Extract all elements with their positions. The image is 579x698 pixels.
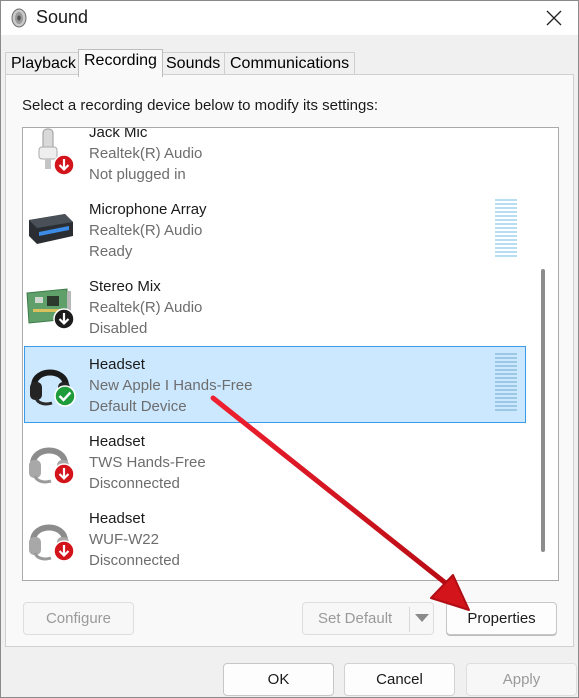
set-default-label: Set Default <box>318 610 393 627</box>
device-driver: Realtek(R) Audio <box>89 222 203 239</box>
device-name: Jack Mic <box>89 127 148 141</box>
window-title: Sound <box>36 7 89 27</box>
recording-device-list[interactable]: Jack Mic Realtek(R) Audio Not plugged in… <box>22 127 559 581</box>
device-driver: WUF-W22 <box>89 531 159 548</box>
microphone-array-icon <box>29 214 73 244</box>
device-status: Disabled <box>89 320 148 337</box>
device-status: Disconnected <box>89 475 180 492</box>
configure-button[interactable]: Configure <box>23 602 134 635</box>
instruction-text: Select a recording device below to modif… <box>22 97 379 114</box>
device-item-headset-apple[interactable]: Headset New Apple I Hands-Free Default D… <box>24 346 526 423</box>
level-meter <box>495 353 517 411</box>
device-driver: Realtek(R) Audio <box>89 145 203 162</box>
device-status: Not plugged in <box>89 166 186 183</box>
device-name: Headset <box>89 433 145 450</box>
device-name: Stereo Mix <box>89 278 161 295</box>
tab-playback[interactable]: Playback <box>5 52 82 76</box>
set-default-dropdown[interactable] <box>410 602 434 635</box>
unplugged-badge-icon <box>53 154 75 176</box>
device-status: Disconnected <box>89 552 180 569</box>
device-status: Default Device <box>89 398 187 415</box>
list-scrollbar[interactable] <box>541 269 545 552</box>
device-item-microphone-array[interactable]: Microphone Array Realtek(R) Audio Ready <box>23 192 558 269</box>
disconnected-badge-icon <box>53 540 75 562</box>
disabled-badge-icon <box>53 308 75 330</box>
speaker-icon <box>11 8 27 28</box>
disconnected-badge-icon <box>53 463 75 485</box>
ok-button[interactable]: OK <box>223 663 334 696</box>
device-item-stereo-mix[interactable]: Stereo Mix Realtek(R) Audio Disabled <box>23 269 558 346</box>
default-device-check-icon <box>54 385 76 407</box>
device-driver: New Apple I Hands-Free <box>89 377 253 394</box>
properties-button[interactable]: Properties <box>446 602 557 635</box>
device-item-headset-tws[interactable]: Headset TWS Hands-Free Disconnected <box>23 424 558 501</box>
device-name: Microphone Array <box>89 201 207 218</box>
device-driver: Realtek(R) Audio <box>89 299 203 316</box>
cancel-button[interactable]: Cancel <box>344 663 455 696</box>
close-icon <box>546 10 562 26</box>
chevron-down-icon <box>415 614 429 622</box>
sound-dialog: Sound Playback Recording Sounds Communic… <box>0 0 579 698</box>
tab-recording[interactable]: Recording <box>78 49 163 77</box>
device-name: Headset <box>89 356 145 373</box>
title-bar: Sound <box>1 1 578 35</box>
device-status: Ready <box>89 243 133 260</box>
device-name: Headset <box>89 510 145 527</box>
tab-sounds[interactable]: Sounds <box>160 52 227 76</box>
tab-communications[interactable]: Communications <box>224 52 356 76</box>
device-item-jack-mic[interactable]: Jack Mic Realtek(R) Audio Not plugged in <box>23 127 558 192</box>
device-item-headset-wuf[interactable]: Headset WUF-W22 Disconnected <box>23 501 558 578</box>
device-driver: TWS Hands-Free <box>89 454 206 471</box>
apply-button[interactable]: Apply <box>466 663 577 696</box>
level-meter <box>495 199 517 257</box>
close-button[interactable] <box>536 3 572 33</box>
